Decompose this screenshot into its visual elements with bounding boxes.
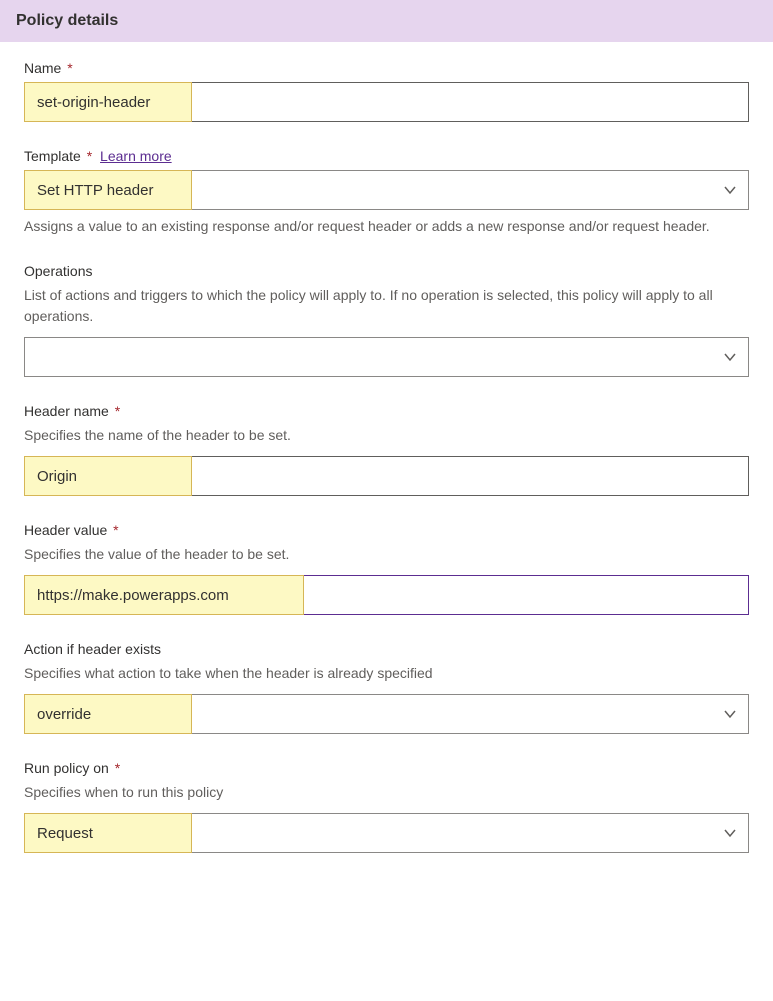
chevron-down-icon <box>712 171 748 209</box>
name-input-value: set-origin-header <box>24 82 192 122</box>
header-name-label: Header name * <box>24 403 749 419</box>
header-name-label-text: Header name <box>24 403 109 419</box>
section-title: Policy details <box>16 12 118 29</box>
header-name-input[interactable]: Origin <box>24 456 749 496</box>
field-header-value: Header value * Specifies the value of th… <box>24 522 749 615</box>
input-spacer <box>192 457 748 495</box>
name-label-text: Name <box>24 60 61 76</box>
required-indicator: * <box>115 760 120 776</box>
template-label-text: Template <box>24 148 81 164</box>
input-spacer <box>304 576 748 614</box>
chevron-down-icon <box>712 814 748 852</box>
operations-select[interactable] <box>24 337 749 377</box>
chevron-down-icon <box>712 338 748 376</box>
operations-label: Operations <box>24 263 749 279</box>
field-header-name: Header name * Specifies the name of the … <box>24 403 749 496</box>
form-body: Name * set-origin-header Template * Lear… <box>0 42 773 881</box>
field-name: Name * set-origin-header <box>24 60 749 122</box>
select-spacer <box>192 171 712 209</box>
name-label: Name * <box>24 60 749 76</box>
header-value-description: Specifies the value of the header to be … <box>24 544 749 565</box>
required-indicator: * <box>67 60 72 76</box>
run-policy-on-description: Specifies when to run this policy <box>24 782 749 803</box>
run-policy-on-label: Run policy on * <box>24 760 749 776</box>
action-if-exists-label: Action if header exists <box>24 641 749 657</box>
header-value-input[interactable]: https://make.powerapps.com <box>24 575 749 615</box>
select-spacer <box>192 695 712 733</box>
header-value-label: Header value * <box>24 522 749 538</box>
template-label: Template * Learn more <box>24 148 749 164</box>
learn-more-link[interactable]: Learn more <box>100 148 172 164</box>
run-policy-on-label-text: Run policy on <box>24 760 109 776</box>
action-if-exists-value: override <box>24 694 192 734</box>
input-spacer <box>192 83 748 121</box>
required-indicator: * <box>87 148 92 164</box>
template-select[interactable]: Set HTTP header <box>24 170 749 210</box>
header-value-input-value: https://make.powerapps.com <box>24 575 304 615</box>
name-input[interactable]: set-origin-header <box>24 82 749 122</box>
select-spacer <box>192 814 712 852</box>
run-policy-on-select[interactable]: Request <box>24 813 749 853</box>
header-value-label-text: Header value <box>24 522 107 538</box>
chevron-down-icon <box>712 695 748 733</box>
field-operations: Operations List of actions and triggers … <box>24 263 749 377</box>
action-if-exists-select[interactable]: override <box>24 694 749 734</box>
header-name-description: Specifies the name of the header to be s… <box>24 425 749 446</box>
template-select-value: Set HTTP header <box>24 170 192 210</box>
select-spacer <box>25 338 712 376</box>
run-policy-on-value: Request <box>24 813 192 853</box>
header-name-input-value: Origin <box>24 456 192 496</box>
section-header: Policy details <box>0 0 773 42</box>
operations-description: List of actions and triggers to which th… <box>24 285 749 327</box>
required-indicator: * <box>115 403 120 419</box>
field-action-if-exists: Action if header exists Specifies what a… <box>24 641 749 734</box>
required-indicator: * <box>113 522 118 538</box>
template-description: Assigns a value to an existing response … <box>24 216 749 237</box>
action-if-exists-description: Specifies what action to take when the h… <box>24 663 749 684</box>
field-template: Template * Learn more Set HTTP header As… <box>24 148 749 237</box>
field-run-policy-on: Run policy on * Specifies when to run th… <box>24 760 749 853</box>
